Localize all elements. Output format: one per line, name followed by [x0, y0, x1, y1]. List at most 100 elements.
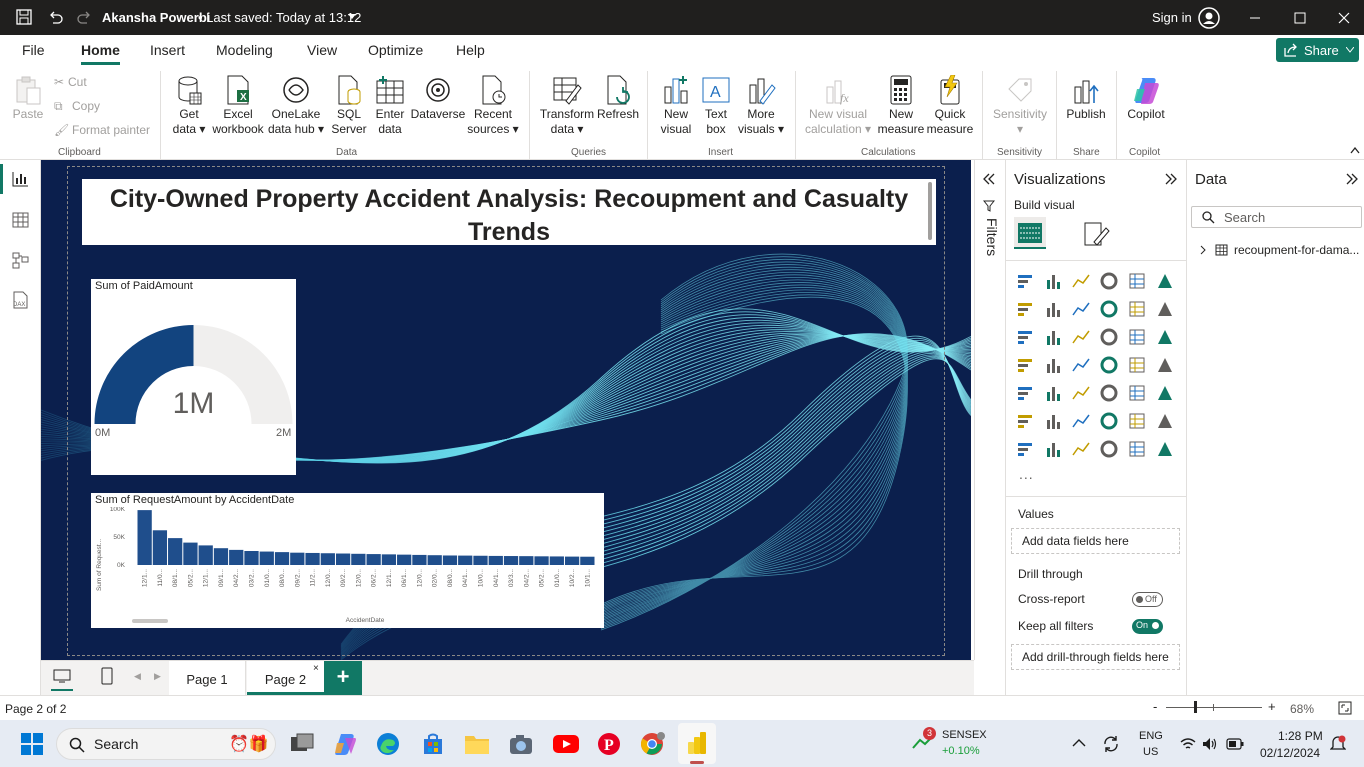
task-view-icon[interactable] — [290, 733, 314, 755]
visual-type-icon[interactable] — [1016, 328, 1036, 346]
region-label[interactable]: US — [1143, 746, 1158, 758]
more-visuals-ellipsis[interactable]: ... — [1019, 466, 1034, 482]
visual-type-icon[interactable] — [1100, 328, 1120, 346]
visual-type-icon[interactable] — [1072, 356, 1092, 374]
visual-type-icon[interactable] — [1100, 300, 1120, 318]
visual-type-icon[interactable] — [1100, 440, 1120, 458]
visual-type-icon[interactable] — [1016, 384, 1036, 402]
visual-type-icon[interactable] — [1128, 384, 1148, 402]
double-chevron-right-icon[interactable] — [1164, 173, 1178, 185]
visual-type-icon[interactable] — [1044, 412, 1064, 430]
sync-icon[interactable] — [1101, 734, 1121, 754]
copilot-taskbar-icon[interactable] — [333, 732, 357, 756]
visual-type-icon[interactable] — [1156, 300, 1176, 318]
format-painter-button[interactable]: 🖌 Format painter — [54, 123, 150, 138]
tab-insert[interactable]: Insert — [150, 42, 185, 58]
language-label[interactable]: ENG — [1139, 730, 1163, 742]
microsoft-store-icon[interactable] — [421, 732, 445, 756]
visual-type-icon[interactable] — [1128, 272, 1148, 290]
scroll-left-icon[interactable]: ◀ — [134, 671, 141, 682]
camera-icon[interactable] — [509, 733, 533, 755]
copilot-button[interactable]: Copilot — [1124, 75, 1168, 122]
visual-type-icon[interactable] — [1156, 384, 1176, 402]
new-visual-button[interactable]: New visual — [658, 75, 694, 137]
tab-optimize[interactable]: Optimize — [368, 42, 423, 58]
fit-to-page-icon[interactable] — [1338, 701, 1352, 715]
format-visual-icon[interactable] — [1082, 220, 1110, 248]
table-view-icon[interactable] — [12, 212, 29, 228]
visual-type-icon[interactable] — [1016, 272, 1036, 290]
scroll-right-icon[interactable]: ▶ — [154, 671, 161, 682]
report-canvas[interactable]: City-Owned Property Accident Analysis: R… — [41, 160, 971, 660]
new-measure-button[interactable]: New measure — [877, 75, 925, 137]
visual-type-icon[interactable] — [1156, 356, 1176, 374]
paste-button[interactable]: Paste — [10, 75, 46, 122]
visual-type-icon[interactable] — [1072, 328, 1092, 346]
report-title[interactable]: City-Owned Property Accident Analysis: R… — [82, 179, 936, 246]
add-page-button[interactable]: + — [324, 661, 362, 695]
file-explorer-icon[interactable] — [464, 732, 490, 756]
visual-type-icon[interactable] — [1100, 272, 1120, 290]
visual-type-icon[interactable] — [1072, 440, 1092, 458]
visual-type-icon[interactable] — [1128, 356, 1148, 374]
zoom-slider-thumb[interactable] — [1194, 701, 1197, 713]
chart-scrollbar[interactable] — [132, 619, 168, 623]
excel-workbook-button[interactable]: X Excel workbook — [211, 75, 265, 137]
sign-in-link[interactable]: Sign in — [1152, 10, 1192, 25]
copy-button[interactable]: ⧉ Copy — [54, 99, 100, 114]
values-drop-zone[interactable]: Add data fields here — [1011, 528, 1180, 554]
minimize-icon[interactable] — [1249, 12, 1261, 24]
account-icon[interactable] — [1198, 7, 1220, 29]
visual-type-icon[interactable] — [1072, 384, 1092, 402]
tab-file[interactable]: File — [22, 42, 45, 58]
windows-start-icon[interactable] — [21, 733, 43, 755]
quick-measure-button[interactable]: Quick measure — [926, 75, 974, 137]
build-visual-tab[interactable] — [1014, 217, 1046, 249]
transform-data-button[interactable]: Transform data ▾ — [539, 75, 595, 137]
publish-button[interactable]: Publish — [1064, 75, 1108, 122]
new-visual-calculation-button[interactable]: fx New visual calculation ▾ — [804, 75, 872, 137]
zoom-level[interactable]: 68% — [1290, 702, 1314, 716]
maximize-icon[interactable] — [1294, 12, 1306, 24]
visual-type-icon[interactable] — [1156, 440, 1176, 458]
report-view-icon[interactable] — [12, 171, 29, 187]
desktop-layout-icon[interactable] — [53, 669, 71, 683]
visual-type-icon[interactable] — [1016, 412, 1036, 430]
tab-view[interactable]: View — [307, 42, 337, 58]
visual-type-icon[interactable] — [1156, 272, 1176, 290]
get-data-button[interactable]: Get data ▾ — [169, 75, 209, 137]
edge-icon[interactable] — [376, 732, 400, 756]
pinterest-icon[interactable]: P — [597, 732, 621, 756]
undo-icon[interactable] — [47, 9, 63, 25]
visual-type-icon[interactable] — [1100, 412, 1120, 430]
cross-report-toggle[interactable]: Off — [1132, 592, 1163, 607]
tab-home[interactable]: Home — [81, 42, 120, 58]
chevron-down-icon[interactable] — [347, 13, 357, 21]
visual-type-icon[interactable] — [1128, 412, 1148, 430]
visual-type-icon[interactable] — [1016, 440, 1036, 458]
double-chevron-left-icon[interactable] — [982, 173, 996, 185]
visual-type-icon[interactable] — [1016, 300, 1036, 318]
visual-type-icon[interactable] — [1044, 272, 1064, 290]
close-tab-icon[interactable]: × — [313, 663, 319, 674]
drill-through-drop-zone[interactable]: Add drill-through fields here — [1011, 644, 1180, 670]
visual-type-icon[interactable] — [1128, 440, 1148, 458]
volume-icon[interactable] — [1202, 736, 1218, 752]
refresh-button[interactable]: Refresh — [597, 75, 639, 122]
enter-data-button[interactable]: Enter data — [371, 75, 409, 137]
zoom-slider[interactable] — [1166, 707, 1262, 708]
visual-type-icon[interactable] — [1044, 328, 1064, 346]
page-tab-2[interactable]: Page 2 × — [247, 661, 324, 695]
visual-type-icon[interactable] — [1072, 412, 1092, 430]
zoom-out-button[interactable]: - — [1153, 699, 1157, 714]
visual-type-icon[interactable] — [1044, 384, 1064, 402]
visual-type-icon[interactable] — [1128, 300, 1148, 318]
powerbi-taskbar-button[interactable] — [678, 723, 716, 764]
filters-pane[interactable]: Filters — [974, 160, 1004, 660]
clock-time[interactable]: 1:28 PM — [1278, 729, 1323, 743]
mobile-layout-icon[interactable] — [101, 667, 113, 685]
visual-type-icon[interactable] — [1100, 356, 1120, 374]
visual-type-icon[interactable] — [1072, 272, 1092, 290]
title-scrollbar[interactable] — [928, 182, 932, 240]
dataverse-button[interactable]: Dataverse — [410, 75, 466, 122]
